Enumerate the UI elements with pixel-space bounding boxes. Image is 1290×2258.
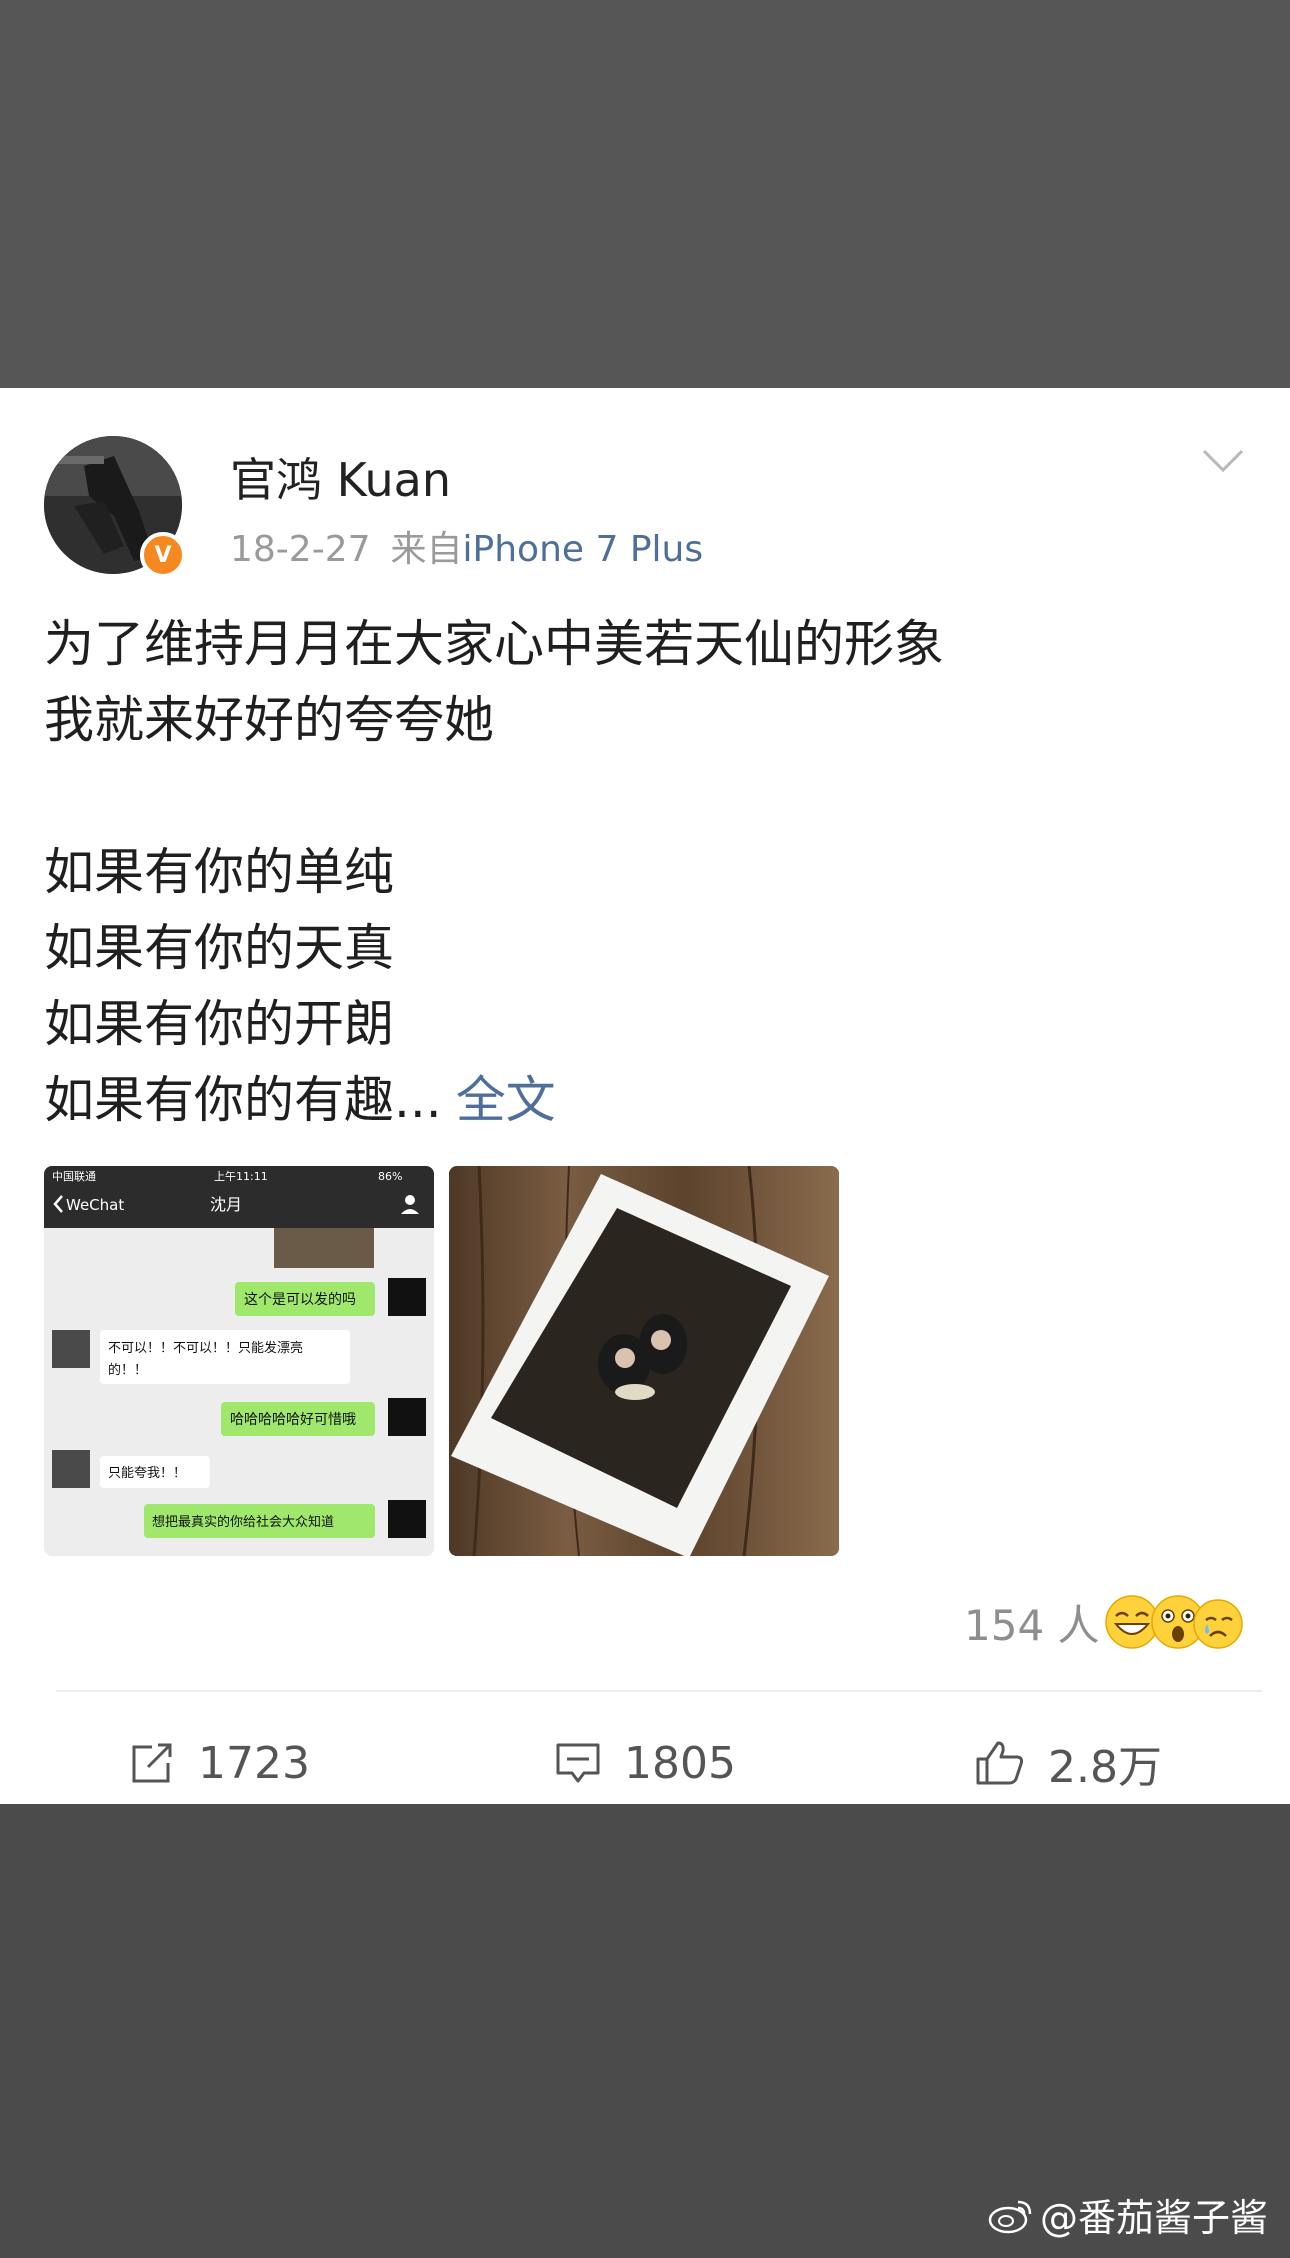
watermark-text: @番茄酱子酱 [1039, 2196, 1268, 2240]
post-meta: 18-2-27 来自iPhone 7 Plus [230, 520, 703, 572]
post-text-last-line: 如果有你的有趣... 全文 [44, 1062, 1244, 1138]
chat-avatar-self [388, 1500, 426, 1538]
watermark: @番茄酱子酱 [988, 2187, 1268, 2242]
chat-avatar-self [388, 1278, 426, 1316]
chat-avatar-contact [52, 1450, 90, 1488]
thumbs-up-icon [976, 1741, 1024, 1785]
reaction-count[interactable]: 154 人 [964, 1592, 1100, 1653]
repost-icon [132, 1743, 172, 1783]
chat-message: 只能夸我！！ [108, 1466, 186, 1481]
status-time: 上午11:11 [214, 1170, 268, 1183]
dimmed-overlay-top [0, 0, 1290, 388]
repost-button[interactable]: 1723 [128, 1728, 310, 1798]
post-text-line: 为了维持月月在大家心中美若天仙的形象 [44, 615, 944, 673]
weibo-logo-icon [988, 2200, 1032, 2233]
like-count: 2.8万 [1048, 1742, 1162, 1793]
repost-count: 1723 [198, 1737, 310, 1789]
chat-message: 哈哈哈哈哈好可惜哦 [230, 1412, 356, 1428]
post-text-truncated: 如果有你的有趣... [44, 1071, 442, 1129]
post-image-polaroid[interactable] [449, 1166, 839, 1556]
source-device[interactable]: iPhone 7 Plus [463, 529, 704, 570]
post-text-line: 如果有你的单纯 [44, 843, 394, 901]
crying-emoji-icon [1193, 1599, 1243, 1649]
like-button[interactable]: 2.8万 [974, 1728, 1162, 1798]
chat-message: 这个是可以发的吗 [244, 1291, 356, 1308]
chat-message: 想把最真实的你给社会大众知道 [152, 1514, 334, 1530]
post-text-line: 如果有你的天真 [44, 919, 394, 977]
comment-count: 1805 [624, 1737, 736, 1789]
chat-image-thumbnail [274, 1228, 374, 1268]
verified-badge-icon: V [140, 532, 186, 578]
post-text-line: 我就来好好的夸夸她 [44, 691, 494, 749]
grin-sweat-emoji-icon [1105, 1595, 1159, 1649]
status-battery: 86% [378, 1170, 402, 1183]
chat-contact-name: 沈月 [210, 1195, 242, 1214]
chat-avatar-self [388, 1398, 426, 1436]
chat-message: 不可以！！不可以！！只能发漂亮 [108, 1340, 303, 1356]
chevron-down-icon[interactable] [1202, 448, 1244, 474]
reaction-emoji-icons[interactable] [1104, 1594, 1244, 1650]
divider [56, 1690, 1262, 1692]
source-prefix: 来自 [390, 529, 463, 570]
post-text-line: 如果有你的开朗 [44, 995, 394, 1053]
wechat-back-label: WeChat [66, 1196, 124, 1214]
comment-icon [556, 1743, 600, 1783]
post-date: 18-2-27 [230, 529, 371, 570]
expand-full-text-link[interactable]: 全文 [456, 1071, 556, 1129]
comment-button[interactable]: 1805 [554, 1728, 736, 1798]
chat-message: 的！！ [108, 1362, 147, 1378]
post-text-line [44, 758, 1244, 834]
username[interactable]: 官鸿 Kuan [230, 444, 451, 510]
weibo-post-card: V 官鸿 Kuan 18-2-27 来自iPhone 7 Plus 为了维持月月在… [0, 388, 1290, 1804]
status-carrier: 中国联通 [52, 1170, 96, 1183]
post-image-chat-screenshot[interactable]: 中国联通 上午11:11 86% WeChat 沈月 这个是可以发的吗 不可以！… [44, 1166, 434, 1556]
chat-avatar-contact [52, 1330, 90, 1368]
post-text: 为了维持月月在大家心中美若天仙的形象 我就来好好的夸夸她 如果有你的单纯 如果有… [44, 606, 1244, 1138]
